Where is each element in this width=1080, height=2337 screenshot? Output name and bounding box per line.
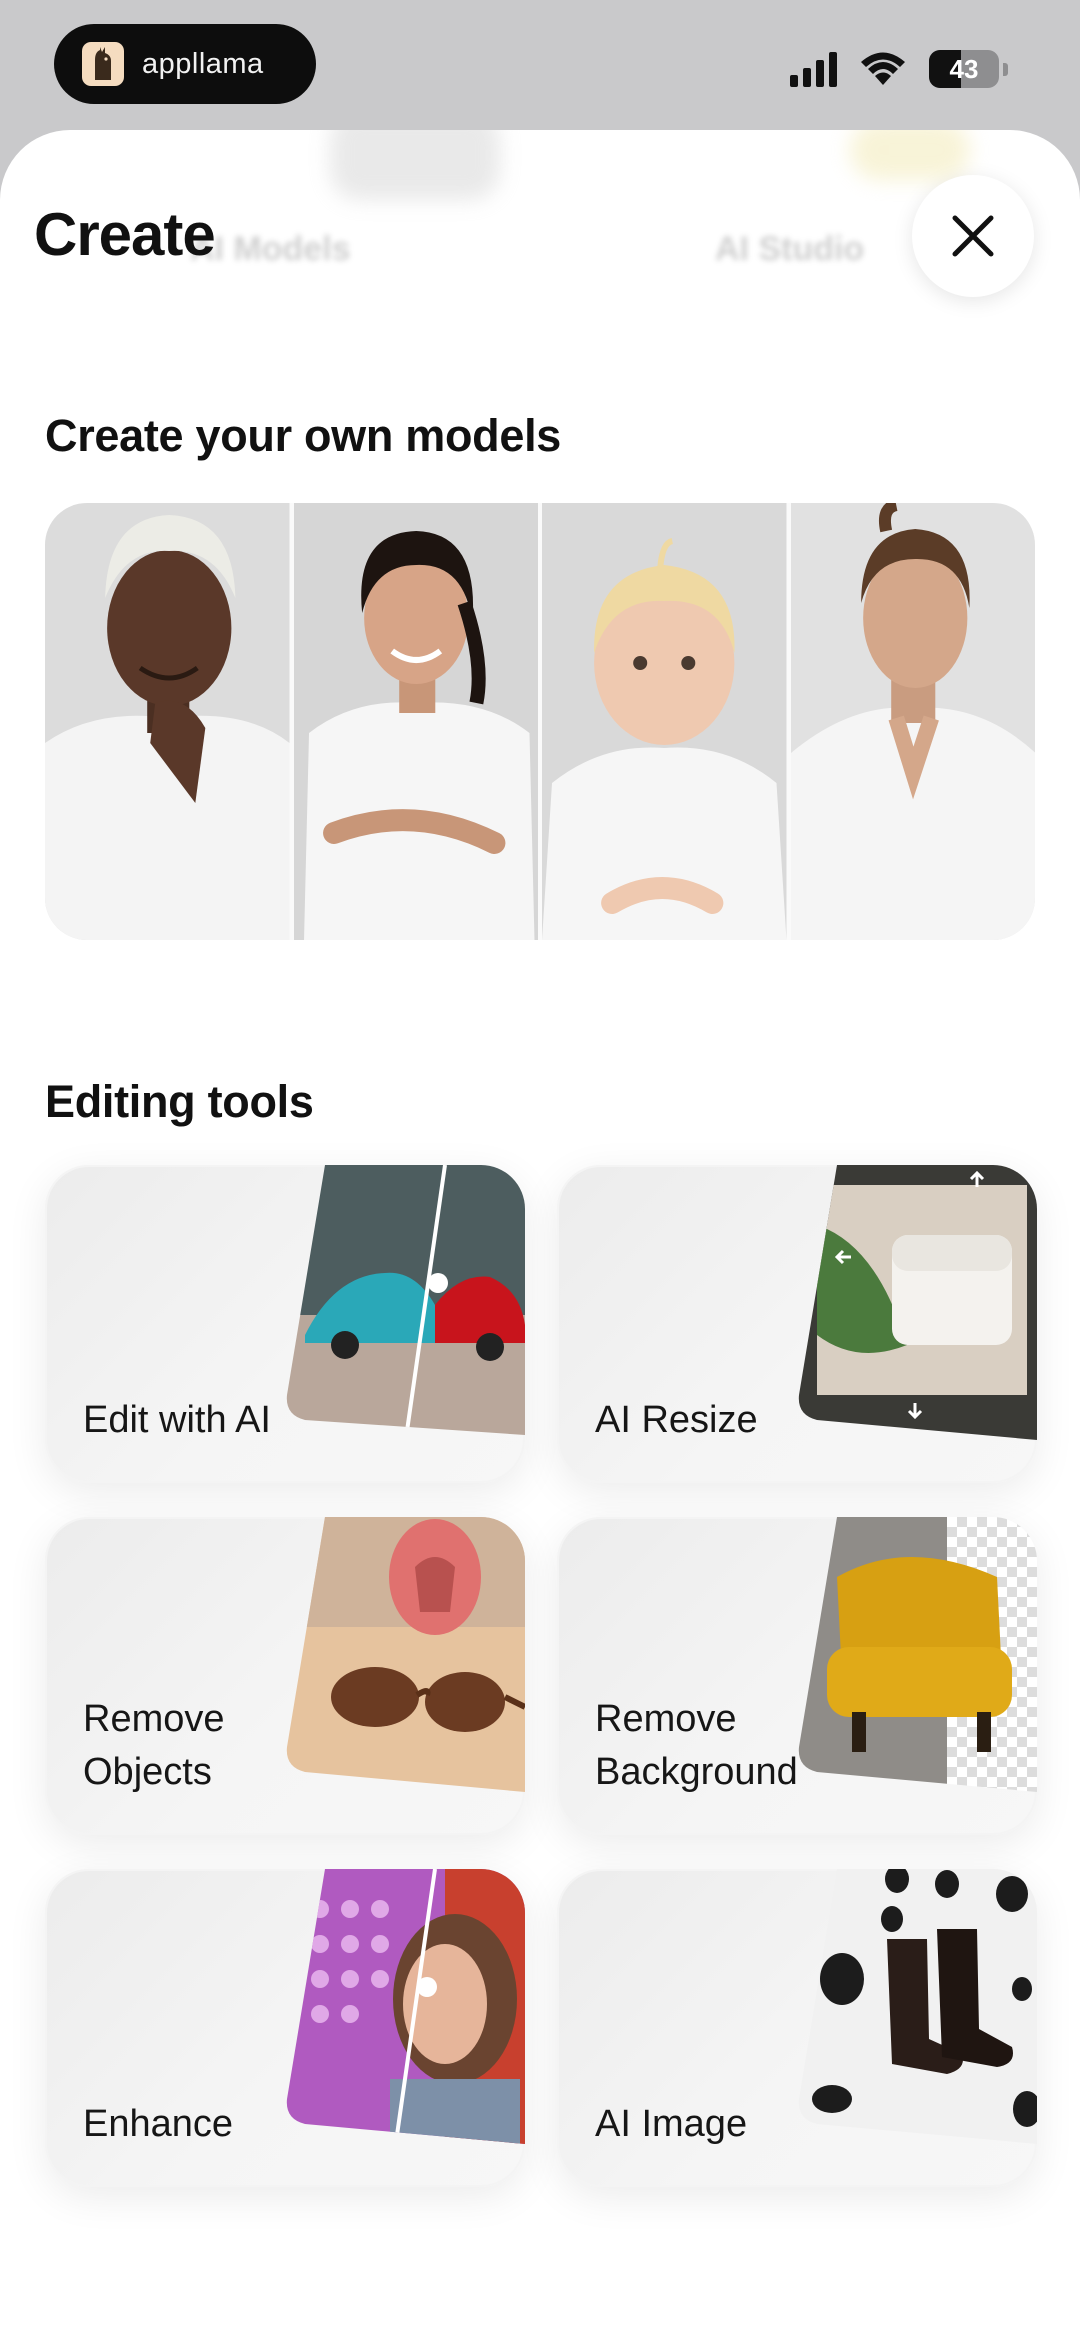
model-man-ponytail-image [790,503,1035,940]
model-card[interactable] [542,503,787,940]
portrait-before-after-thumbnail [286,1869,525,2144]
cream-jar-resize-thumbnail [798,1165,1037,1440]
model-pregnant-woman-image [293,503,538,940]
tool-label: AI Image [595,2102,748,2145]
tool-enhance[interactable]: Enhance [45,1869,525,2187]
model-card[interactable] [45,503,290,940]
system-icons: 43 [790,50,1008,88]
tool-label: Edit with AI [83,1398,271,1441]
battery-percent: 43 [949,53,979,84]
cellular-signal-icon [790,51,837,87]
app-name: appllama [142,47,264,80]
car-before-after-thumbnail [286,1165,525,1435]
tool-label: Enhance [83,2102,234,2145]
tool-remove-background[interactable]: Remove Background [557,1517,1037,1835]
model-card[interactable] [293,503,538,940]
yellow-armchair-thumbnail [798,1517,1037,1792]
app-switcher-pill[interactable]: appllama [54,24,316,104]
tool-label: AI Resize [595,1398,758,1441]
create-sheet: AI Models AI Studio Create Create your o… [0,130,1080,2337]
tool-label: Remove Background [595,1697,798,1793]
tool-edit-with-ai[interactable]: Edit with AI [45,1165,525,1483]
model-man-white-hair-image [45,503,290,940]
model-toddler-image [542,503,787,940]
models-carousel[interactable] [45,503,1035,940]
background-tab-ai-studio: AI Studio [715,230,865,268]
close-button[interactable] [912,175,1034,297]
models-section-title: Create your own models [45,410,562,461]
battery-icon: 43 [929,50,999,88]
appllama-logo-icon [82,42,124,86]
sheet-title: Create [34,201,216,268]
tool-label: Remove Objects [83,1697,225,1793]
sunglasses-thumbnail [286,1517,525,1792]
wifi-icon [861,52,905,85]
tool-ai-resize[interactable]: AI Resize [557,1165,1037,1483]
close-x-icon [952,215,994,257]
model-card[interactable] [790,503,1035,940]
tools-section-title: Editing tools [45,1076,314,1127]
tool-remove-objects[interactable]: Remove Objects [45,1517,525,1835]
tool-ai-image[interactable]: AI Image [557,1869,1037,2187]
status-bar: appllama 43 [0,0,1080,130]
boots-balloons-thumbnail [798,1869,1037,2144]
